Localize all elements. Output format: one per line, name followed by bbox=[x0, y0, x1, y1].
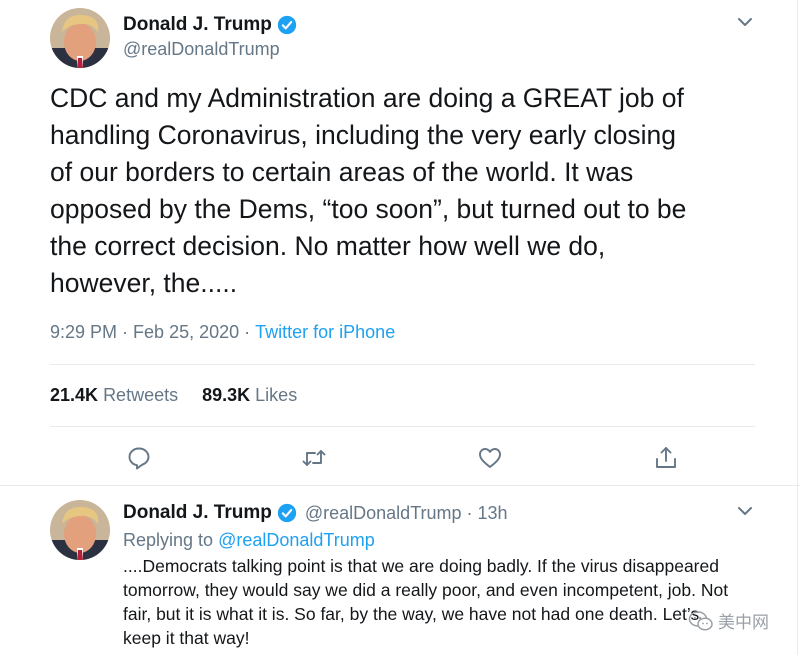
avatar[interactable] bbox=[50, 8, 110, 68]
author-name[interactable]: Donald J. Trump bbox=[123, 502, 272, 524]
tweet-separator bbox=[0, 485, 800, 486]
author-handle[interactable]: @realDonaldTrump bbox=[305, 503, 462, 524]
avatar[interactable] bbox=[50, 500, 110, 560]
reply-icon[interactable] bbox=[126, 445, 152, 471]
avatar-image bbox=[50, 500, 110, 560]
retweets-count: 21.4K bbox=[50, 385, 99, 405]
author-name-row: Donald J. Trump bbox=[123, 14, 297, 36]
column-border bbox=[797, 0, 798, 655]
retweets-label: Retweets bbox=[103, 385, 179, 405]
likes-label: Likes bbox=[255, 385, 298, 405]
replying-to-label: Replying to bbox=[123, 530, 214, 550]
avatar-image bbox=[50, 8, 110, 68]
share-icon[interactable] bbox=[653, 445, 679, 471]
meta-separator: · bbox=[244, 322, 251, 342]
like-icon[interactable] bbox=[477, 445, 503, 471]
author-handle[interactable]: @realDonaldTrump bbox=[123, 39, 280, 60]
reply-text: ....Democrats talking point is that we a… bbox=[123, 556, 729, 648]
retweets-stat[interactable]: 21.4K Retweets bbox=[50, 385, 178, 405]
tweet-date[interactable]: Feb 25, 2020 bbox=[133, 322, 239, 342]
wechat-icon bbox=[688, 610, 713, 631]
watermark-text: 美中网 bbox=[718, 613, 769, 632]
replying-to: Replying to @realDonaldTrump bbox=[123, 530, 375, 551]
tweet-age[interactable]: 13h bbox=[478, 503, 508, 524]
likes-stat[interactable]: 89.3K Likes bbox=[202, 385, 297, 405]
chevron-down-icon[interactable] bbox=[737, 505, 753, 517]
divider bbox=[50, 426, 755, 427]
author-name[interactable]: Donald J. Trump bbox=[123, 14, 272, 36]
meta-separator: · bbox=[122, 322, 129, 342]
divider bbox=[50, 364, 755, 365]
likes-count: 89.3K bbox=[202, 385, 251, 405]
tweet-stats: 21.4K Retweets 89.3K Likes bbox=[50, 385, 297, 406]
replying-to-mention[interactable]: @realDonaldTrump bbox=[218, 530, 375, 550]
tweet-time[interactable]: 9:29 PM bbox=[50, 322, 117, 342]
chevron-down-icon[interactable] bbox=[737, 16, 753, 28]
tweet-meta: 9:29 PM · Feb 25, 2020 · Twitter for iPhone bbox=[50, 322, 395, 343]
watermark: 美中网 bbox=[688, 608, 769, 633]
verified-badge-icon bbox=[277, 503, 297, 523]
reply-author-row: Donald J. Trump @realDonaldTrump · 13h bbox=[123, 502, 508, 524]
meta-separator: · bbox=[466, 502, 473, 523]
tweet-screenshot: Donald J. Trump @realDonaldTrump CDC and… bbox=[0, 0, 800, 655]
tweet-text: CDC and my Administration are doing a GR… bbox=[50, 83, 687, 298]
verified-badge-icon bbox=[277, 15, 297, 35]
tweet-source-link[interactable]: Twitter for iPhone bbox=[255, 322, 395, 342]
retweet-icon[interactable] bbox=[301, 445, 327, 471]
